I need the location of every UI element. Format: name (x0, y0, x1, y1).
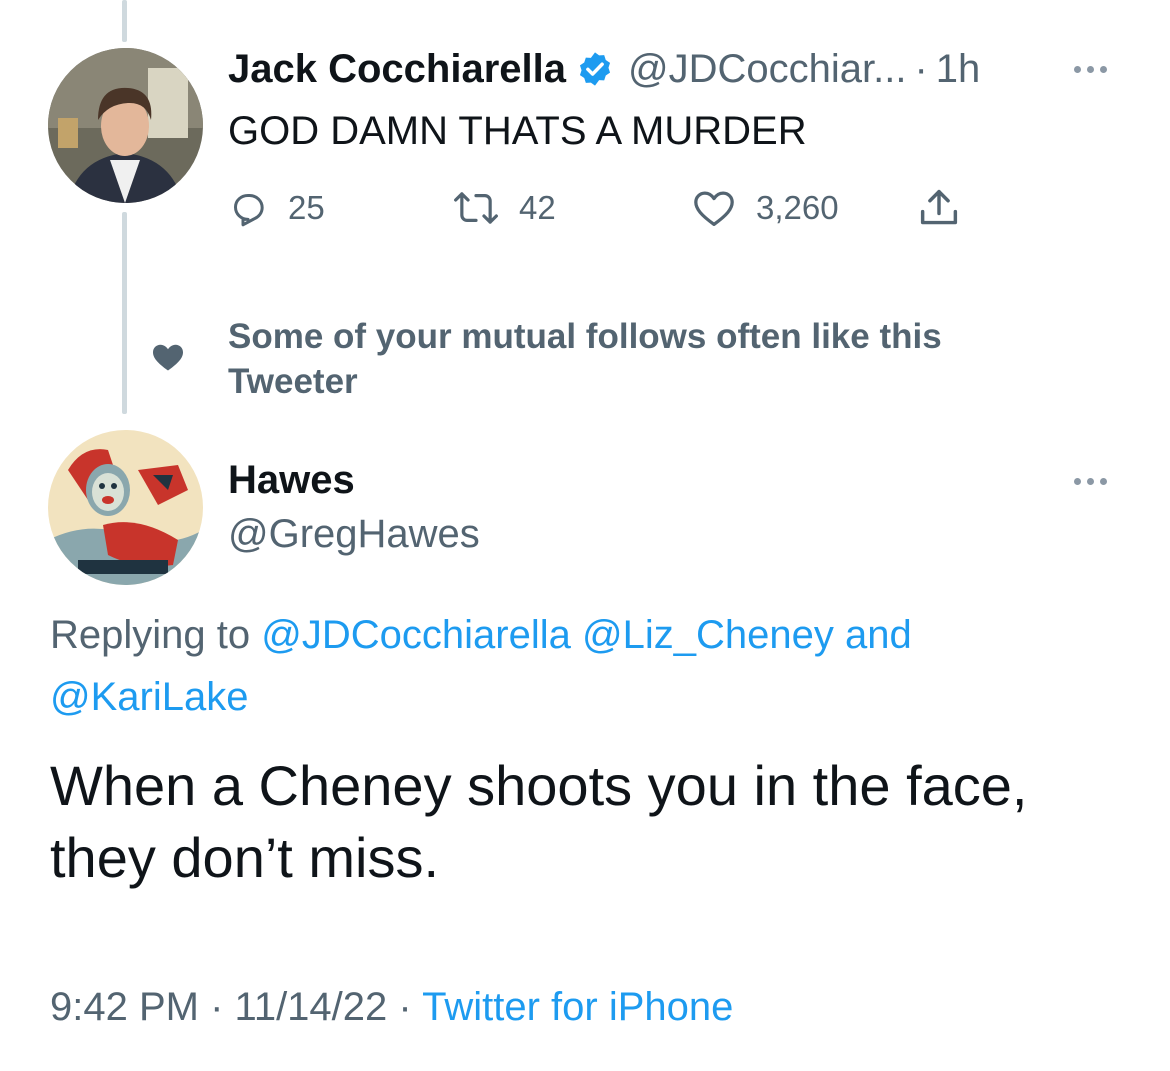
mention-karilake[interactable]: @KariLake (50, 675, 248, 719)
mention-jdcocchiarella[interactable]: @JDCocchiarella (261, 613, 571, 657)
share-button[interactable] (917, 188, 961, 228)
tweet2-more-icon[interactable] (1074, 478, 1107, 485)
retweet-button[interactable]: 42 (453, 188, 556, 228)
verified-badge-icon (576, 50, 614, 88)
tweet1-author-handle[interactable]: @JDCocchiar... (628, 47, 906, 92)
meta-separator-1: · (210, 985, 224, 1029)
social-context-text: Some of your mutual follows often like t… (228, 317, 942, 401)
social-context-heart-icon (150, 340, 186, 379)
thread-line-top (122, 0, 127, 42)
reply-count: 25 (288, 189, 325, 226)
tweet2-author-name[interactable]: Hawes (228, 458, 355, 503)
meta-separator-2: · (398, 985, 412, 1029)
tweet1-more-icon[interactable] (1074, 66, 1107, 73)
replying-to-label: Replying to (50, 613, 251, 657)
tweet2-text: When a Cheney shoots you in the face, th… (50, 754, 1028, 889)
tweet1-author-name[interactable]: Jack Cocchiarella (228, 47, 566, 92)
tweet2-source-link[interactable]: Twitter for iPhone (422, 985, 733, 1029)
like-button[interactable]: 3,260 (692, 188, 839, 228)
reply-button[interactable]: 25 (228, 188, 325, 228)
reply-icon (234, 194, 264, 227)
mention-liz-cheney[interactable]: @Liz_Cheney (582, 613, 834, 657)
tweet2-date[interactable]: 11/14/22 (235, 985, 388, 1029)
tweet2-time[interactable]: 9:42 PM (50, 985, 199, 1029)
retweet-icon (454, 192, 498, 224)
tweet2-author-handle[interactable]: @GregHawes (228, 512, 480, 557)
avatar-hawes[interactable] (48, 430, 203, 585)
retweet-count: 42 (519, 189, 556, 226)
tweet1-text: GOD DAMN THATS A MURDER (228, 109, 807, 153)
tweet1-timestamp[interactable]: 1h (936, 47, 981, 92)
like-heart-icon (694, 191, 734, 226)
share-icon (920, 189, 958, 225)
avatar-hawes-image (48, 430, 203, 585)
replying-to: Replying to @JDCocchiarella @Liz_Cheney … (50, 604, 1110, 728)
mention-and-others[interactable]: and (845, 613, 912, 657)
thread-line-middle (122, 212, 127, 414)
like-count: 3,260 (756, 189, 839, 226)
tweet2-metadata: 9:42 PM · 11/14/22 · Twitter for iPhone (50, 985, 733, 1030)
avatar-jack[interactable] (48, 48, 203, 203)
avatar-jack-image (48, 48, 203, 203)
tweet1-header: Jack Cocchiarella @JDCocchiar... · 1h (228, 44, 980, 94)
tweet1-separator: · (914, 46, 928, 91)
